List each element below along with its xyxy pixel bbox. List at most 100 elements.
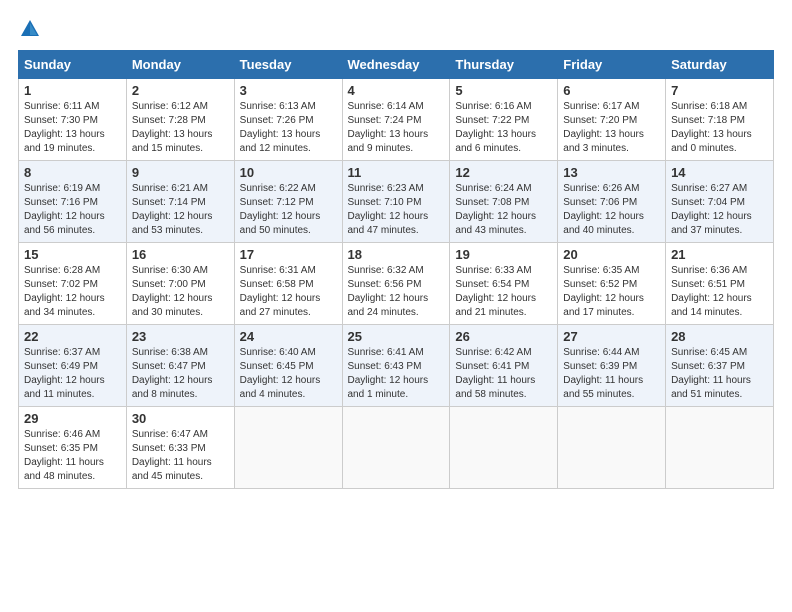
day-info: Sunrise: 6:27 AM Sunset: 7:04 PM Dayligh… [671, 182, 768, 238]
day-info: Sunrise: 6:30 AM Sunset: 7:00 PM Dayligh… [132, 264, 229, 320]
calendar-cell: 13Sunrise: 6:26 AM Sunset: 7:06 PM Dayli… [558, 161, 666, 243]
calendar-cell [342, 407, 450, 489]
col-sunday: Sunday [19, 51, 127, 79]
day-number: 17 [240, 247, 337, 262]
day-info: Sunrise: 6:33 AM Sunset: 6:54 PM Dayligh… [455, 264, 552, 320]
calendar-cell: 16 Sunrise: 6:30 AM Sunset: 7:00 PM Dayli… [126, 243, 234, 325]
calendar-cell: 30 Sunrise: 6:47 AM Sunset: 6:33 PM Dayli… [126, 407, 234, 489]
calendar-header-row: Sunday Monday Tuesday Wednesday Thursday… [19, 51, 774, 79]
calendar-cell: 27 Sunrise: 6:44 AM Sunset: 6:39 PM Dayli… [558, 325, 666, 407]
day-number: 23 [132, 329, 229, 344]
calendar-cell: 22 Sunrise: 6:37 AM Sunset: 6:49 PM Dayli… [19, 325, 127, 407]
day-info: Sunrise: 6:40 AM Sunset: 6:45 PM Dayligh… [240, 346, 337, 402]
calendar-cell: 29Sunrise: 6:46 AM Sunset: 6:35 PM Dayli… [19, 407, 127, 489]
day-number: 9 [132, 165, 229, 180]
calendar-cell: 9 Sunrise: 6:21 AM Sunset: 7:14 PM Daylig… [126, 161, 234, 243]
day-info: Sunrise: 6:14 AM Sunset: 7:24 PM Dayligh… [348, 100, 445, 156]
calendar-week-3: 15 Sunrise: 6:28 AM Sunset: 7:02 PM Dayli… [19, 243, 774, 325]
day-number: 4 [348, 83, 445, 98]
calendar-cell: 28Sunrise: 6:45 AM Sunset: 6:37 PM Dayli… [666, 325, 774, 407]
calendar-cell: 7 Sunrise: 6:18 AM Sunset: 7:18 PM Daylig… [666, 79, 774, 161]
day-number: 5 [455, 83, 552, 98]
calendar-cell: 8Sunrise: 6:19 AM Sunset: 7:16 PM Daylig… [19, 161, 127, 243]
day-number: 11 [348, 165, 445, 180]
logo-icon [19, 18, 41, 40]
calendar-cell [450, 407, 558, 489]
day-info: Sunrise: 6:21 AM Sunset: 7:14 PM Dayligh… [132, 182, 229, 238]
calendar-cell: 19 Sunrise: 6:33 AM Sunset: 6:54 PM Dayli… [450, 243, 558, 325]
day-number: 21 [671, 247, 768, 262]
day-info: Sunrise: 6:36 AM Sunset: 6:51 PM Dayligh… [671, 264, 768, 320]
calendar-cell: 25Sunrise: 6:41 AM Sunset: 6:43 PM Dayli… [342, 325, 450, 407]
calendar-cell: 12Sunrise: 6:24 AM Sunset: 7:08 PM Dayli… [450, 161, 558, 243]
calendar-cell: 5 Sunrise: 6:16 AM Sunset: 7:22 PM Daylig… [450, 79, 558, 161]
day-number: 26 [455, 329, 552, 344]
calendar-cell: 11 Sunrise: 6:23 AM Sunset: 7:10 PM Dayli… [342, 161, 450, 243]
day-info: Sunrise: 6:16 AM Sunset: 7:22 PM Dayligh… [455, 100, 552, 156]
day-number: 29 [24, 411, 121, 426]
calendar-cell: 1 Sunrise: 6:11 AM Sunset: 7:30 PM Daylig… [19, 79, 127, 161]
day-info: Sunrise: 6:12 AM Sunset: 7:28 PM Dayligh… [132, 100, 229, 156]
col-wednesday: Wednesday [342, 51, 450, 79]
day-number: 18 [348, 247, 445, 262]
calendar: Sunday Monday Tuesday Wednesday Thursday… [18, 50, 774, 489]
calendar-cell: 18 Sunrise: 6:32 AM Sunset: 6:56 PM Dayli… [342, 243, 450, 325]
calendar-cell: 21 Sunrise: 6:36 AM Sunset: 6:51 PM Dayli… [666, 243, 774, 325]
day-info: Sunrise: 6:28 AM Sunset: 7:02 PM Dayligh… [24, 264, 121, 320]
calendar-week-1: 1 Sunrise: 6:11 AM Sunset: 7:30 PM Daylig… [19, 79, 774, 161]
day-number: 14 [671, 165, 768, 180]
day-info: Sunrise: 6:35 AM Sunset: 6:52 PM Dayligh… [563, 264, 660, 320]
col-saturday: Saturday [666, 51, 774, 79]
day-info: Sunrise: 6:32 AM Sunset: 6:56 PM Dayligh… [348, 264, 445, 320]
calendar-cell: 3 Sunrise: 6:13 AM Sunset: 7:26 PM Daylig… [234, 79, 342, 161]
day-info: Sunrise: 6:24 AM Sunset: 7:08 PM Dayligh… [455, 182, 552, 238]
day-number: 22 [24, 329, 121, 344]
calendar-cell: 2Sunrise: 6:12 AM Sunset: 7:28 PM Daylig… [126, 79, 234, 161]
day-number: 6 [563, 83, 660, 98]
day-info: Sunrise: 6:17 AM Sunset: 7:20 PM Dayligh… [563, 100, 660, 156]
day-info: Sunrise: 6:37 AM Sunset: 6:49 PM Dayligh… [24, 346, 121, 402]
calendar-cell: 14 Sunrise: 6:27 AM Sunset: 7:04 PM Dayli… [666, 161, 774, 243]
logo [18, 18, 41, 40]
calendar-cell: 15 Sunrise: 6:28 AM Sunset: 7:02 PM Dayli… [19, 243, 127, 325]
day-number: 15 [24, 247, 121, 262]
col-friday: Friday [558, 51, 666, 79]
calendar-week-4: 22 Sunrise: 6:37 AM Sunset: 6:49 PM Dayli… [19, 325, 774, 407]
calendar-cell [558, 407, 666, 489]
day-info: Sunrise: 6:13 AM Sunset: 7:26 PM Dayligh… [240, 100, 337, 156]
day-info: Sunrise: 6:41 AM Sunset: 6:43 PM Dayligh… [348, 346, 445, 402]
day-info: Sunrise: 6:23 AM Sunset: 7:10 PM Dayligh… [348, 182, 445, 238]
calendar-cell: 20 Sunrise: 6:35 AM Sunset: 6:52 PM Dayli… [558, 243, 666, 325]
day-info: Sunrise: 6:22 AM Sunset: 7:12 PM Dayligh… [240, 182, 337, 238]
day-number: 16 [132, 247, 229, 262]
day-info: Sunrise: 6:26 AM Sunset: 7:06 PM Dayligh… [563, 182, 660, 238]
day-number: 10 [240, 165, 337, 180]
day-info: Sunrise: 6:18 AM Sunset: 7:18 PM Dayligh… [671, 100, 768, 156]
day-number: 7 [671, 83, 768, 98]
day-info: Sunrise: 6:42 AM Sunset: 6:41 PM Dayligh… [455, 346, 552, 402]
calendar-cell [234, 407, 342, 489]
day-number: 3 [240, 83, 337, 98]
col-monday: Monday [126, 51, 234, 79]
day-number: 30 [132, 411, 229, 426]
day-info: Sunrise: 6:45 AM Sunset: 6:37 PM Dayligh… [671, 346, 768, 402]
calendar-cell: 6 Sunrise: 6:17 AM Sunset: 7:20 PM Daylig… [558, 79, 666, 161]
day-info: Sunrise: 6:38 AM Sunset: 6:47 PM Dayligh… [132, 346, 229, 402]
calendar-week-5: 29Sunrise: 6:46 AM Sunset: 6:35 PM Dayli… [19, 407, 774, 489]
day-info: Sunrise: 6:44 AM Sunset: 6:39 PM Dayligh… [563, 346, 660, 402]
day-number: 1 [24, 83, 121, 98]
day-number: 20 [563, 247, 660, 262]
calendar-cell: 24 Sunrise: 6:40 AM Sunset: 6:45 PM Dayli… [234, 325, 342, 407]
day-number: 27 [563, 329, 660, 344]
calendar-cell: 23 Sunrise: 6:38 AM Sunset: 6:47 PM Dayli… [126, 325, 234, 407]
day-number: 19 [455, 247, 552, 262]
calendar-week-2: 8Sunrise: 6:19 AM Sunset: 7:16 PM Daylig… [19, 161, 774, 243]
col-tuesday: Tuesday [234, 51, 342, 79]
calendar-cell: 10 Sunrise: 6:22 AM Sunset: 7:12 PM Dayli… [234, 161, 342, 243]
day-info: Sunrise: 6:47 AM Sunset: 6:33 PM Dayligh… [132, 428, 229, 484]
day-number: 8 [24, 165, 121, 180]
day-number: 24 [240, 329, 337, 344]
calendar-cell [666, 407, 774, 489]
day-info: Sunrise: 6:11 AM Sunset: 7:30 PM Dayligh… [24, 100, 121, 156]
calendar-cell: 4 Sunrise: 6:14 AM Sunset: 7:24 PM Daylig… [342, 79, 450, 161]
